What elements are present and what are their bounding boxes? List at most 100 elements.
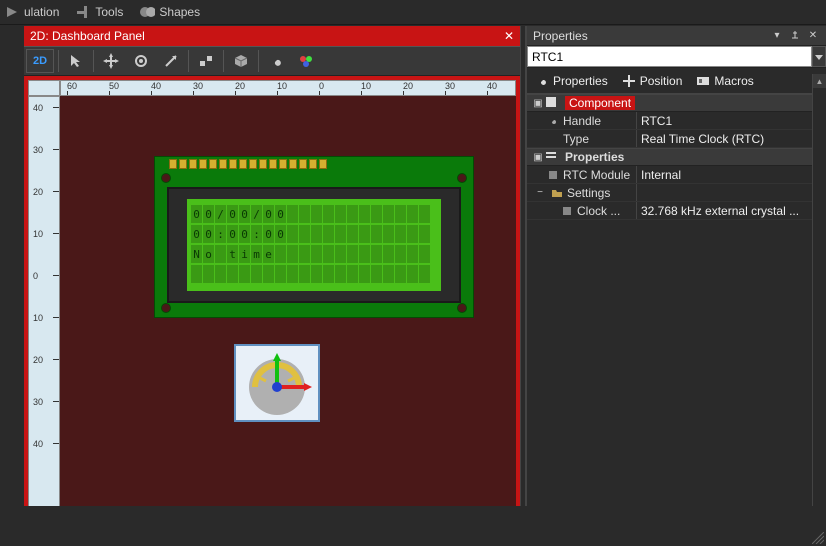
collapse-icon[interactable]: − <box>535 187 545 198</box>
ruler-tick: 30 <box>445 81 455 91</box>
move-icon <box>622 74 636 88</box>
rotate-tool[interactable] <box>127 49 155 73</box>
prop-rtc-module[interactable]: RTC Module Internal <box>527 166 826 184</box>
macros-icon <box>696 74 710 88</box>
lcd-cell <box>347 245 358 263</box>
prop-key: Clock ... <box>577 204 620 218</box>
resize-grip-icon[interactable] <box>812 532 824 544</box>
lcd-pin <box>219 159 227 169</box>
lcd-cell <box>419 225 430 243</box>
canvas[interactable]: 00/00/0000:00:00Notime <box>60 96 516 522</box>
collapse-icon[interactable]: ▣ <box>533 152 543 163</box>
ruler-corner <box>28 80 60 96</box>
lcd-cell <box>395 245 406 263</box>
tab-position[interactable]: Position <box>622 74 683 88</box>
menu-shapes[interactable]: Shapes <box>139 4 200 20</box>
lcd-row: 00:00:00 <box>191 225 437 243</box>
lcd-row: Notime <box>191 245 437 263</box>
ruler-tick: 20 <box>403 81 413 91</box>
lcd-cell <box>335 245 346 263</box>
prop-key: Handle <box>563 114 601 128</box>
rtc-component[interactable] <box>234 344 320 422</box>
folder-icon <box>551 187 563 199</box>
lcd-pin <box>249 159 257 169</box>
lcd-cell <box>191 265 202 283</box>
pointer-tool[interactable] <box>62 49 90 73</box>
tab-macros[interactable]: Macros <box>696 74 753 88</box>
tab-label: Macros <box>714 74 753 88</box>
ruler-tick: 10 <box>361 81 371 91</box>
lcd-pin <box>259 159 267 169</box>
prop-value: Real Time Clock (RTC) <box>641 132 764 146</box>
prop-key: Settings <box>567 186 610 200</box>
menubar: ulation Tools Shapes <box>0 0 826 24</box>
ruler-tick: 40 <box>151 81 161 91</box>
prop-value[interactable]: 32.768 kHz external crystal ... <box>641 204 799 218</box>
prop-type[interactable]: Type Real Time Clock (RTC) <box>527 130 826 148</box>
close-icon[interactable]: ✕ <box>806 29 820 43</box>
dashboard-titlebar[interactable]: 2D: Dashboard Panel ✕ <box>24 26 520 46</box>
lcd-row: 00/00/00 <box>191 205 437 223</box>
close-icon[interactable]: ✕ <box>504 29 514 43</box>
lcd-cell: o <box>203 245 214 263</box>
ruler-tick: 30 <box>33 397 43 407</box>
snap-tool[interactable] <box>192 49 220 73</box>
wrench-tool[interactable] <box>262 49 290 73</box>
lcd-component[interactable]: 00/00/0000:00:00Notime <box>154 156 474 318</box>
section-properties[interactable]: ▣ Properties <box>527 148 826 166</box>
properties-panel: Properties ▾ ✕ Properties Position Macro… <box>526 26 826 546</box>
lcd-cell: 0 <box>227 225 238 243</box>
section-settings[interactable]: − Settings <box>527 184 826 202</box>
properties-header[interactable]: Properties ▾ ✕ <box>527 26 826 46</box>
scroll-up-icon[interactable]: ▲ <box>813 74 826 88</box>
play-icon <box>4 4 20 20</box>
color-tool[interactable] <box>292 49 320 73</box>
lcd-cell: 0 <box>239 205 250 223</box>
lcd-cell <box>323 265 334 283</box>
lcd-cell <box>335 225 346 243</box>
pan-tool[interactable] <box>97 49 125 73</box>
dashboard-toolbar: 2D <box>24 46 520 76</box>
pin-icon[interactable] <box>788 29 802 43</box>
mode-2d-button[interactable]: 2D <box>26 49 54 73</box>
lcd-cell <box>383 245 394 263</box>
dropdown-icon[interactable] <box>812 46 826 67</box>
hammer-icon <box>75 4 91 20</box>
prop-key: RTC Module <box>563 168 630 182</box>
prop-handle[interactable]: Handle RTC1 <box>527 112 826 130</box>
lcd-cell: 0 <box>191 205 202 223</box>
tab-properties[interactable]: Properties <box>535 74 608 88</box>
dashboard-title: 2D: Dashboard Panel <box>30 29 145 43</box>
lcd-cell <box>323 245 334 263</box>
lcd-cell <box>347 205 358 223</box>
scrollbar[interactable]: ▲ <box>812 74 826 546</box>
prop-value[interactable]: RTC1 <box>641 114 672 128</box>
wrench-icon <box>535 74 549 88</box>
lcd-cell <box>251 265 262 283</box>
lcd-pin <box>229 159 237 169</box>
prop-value[interactable]: Internal <box>641 168 681 182</box>
section-component[interactable]: ▣ Component <box>527 94 826 112</box>
lcd-cell: : <box>215 225 226 243</box>
lcd-cell <box>359 265 370 283</box>
menu-simulation[interactable]: ulation <box>4 4 59 20</box>
lcd-cell <box>299 225 310 243</box>
lcd-cell <box>395 205 406 223</box>
lcd-cell: N <box>191 245 202 263</box>
mount-hole <box>457 303 467 313</box>
lcd-cell <box>311 265 322 283</box>
lcd-cell <box>359 245 370 263</box>
cube-tool[interactable] <box>227 49 255 73</box>
lcd-cell <box>299 245 310 263</box>
prop-clock[interactable]: Clock ... 32.768 kHz external crystal ..… <box>527 202 826 220</box>
lcd-row <box>191 265 437 283</box>
lcd-pin <box>239 159 247 169</box>
collapse-icon[interactable]: ▣ <box>533 98 543 109</box>
dropdown-icon[interactable]: ▾ <box>770 29 784 43</box>
component-search-input[interactable] <box>527 46 812 67</box>
lcd-cell <box>287 265 298 283</box>
menu-tools[interactable]: Tools <box>75 4 123 20</box>
component-icon <box>545 96 559 110</box>
lcd-cell <box>371 245 382 263</box>
zoom-tool[interactable] <box>157 49 185 73</box>
